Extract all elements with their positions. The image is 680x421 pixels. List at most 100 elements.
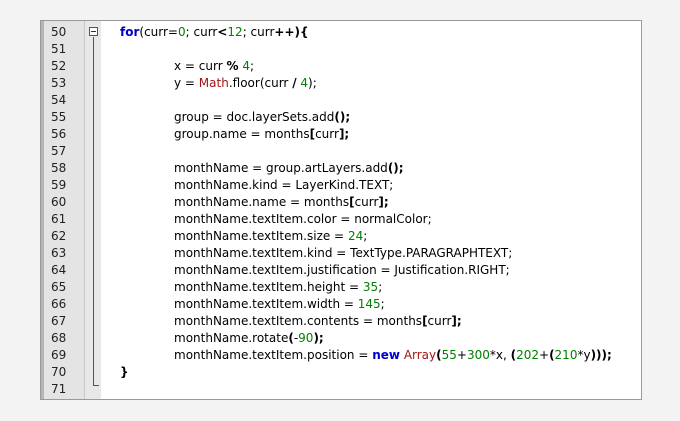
code-token: .floor(curr (228, 76, 293, 90)
code-token: 55 (441, 348, 457, 362)
code-token: monthName = group.artLayers.add (174, 161, 388, 175)
code-token: ; curr (242, 25, 275, 39)
line-number: 67 (51, 314, 67, 328)
code-token: 4 (242, 59, 250, 73)
code-token: monthName.textItem.position = (174, 348, 373, 362)
code-line[interactable]: 66 monthName.textItem.width = 145; (41, 296, 641, 313)
code-line[interactable]: 71 (41, 381, 641, 398)
code-token: group.name = months (174, 127, 310, 141)
code-text: y = Math.floor(curr / 4); (174, 75, 317, 92)
code-token: monthName.kind = LayerKind.TEXT; (174, 178, 394, 192)
code-token: ; (363, 229, 368, 243)
code-token: 12 (227, 25, 243, 39)
code-token: curr (354, 195, 379, 209)
line-number: 54 (51, 93, 67, 107)
code-line[interactable]: 65 monthName.textItem.height = 35; (41, 279, 641, 296)
code-line[interactable]: 58 monthName = group.artLayers.add(); (41, 160, 641, 177)
line-number: 66 (51, 297, 67, 311)
line-number: 62 (51, 229, 67, 243)
code-text: monthName.textItem.width = 145; (174, 296, 385, 313)
code-token: ){ (294, 25, 309, 39)
code-text: group = doc.layerSets.add(); (174, 109, 350, 126)
code-token: group = doc.layerSets.add (174, 110, 335, 124)
line-number: 65 (51, 280, 67, 294)
code-line[interactable]: 69 monthName.textItem.position = new Arra… (41, 347, 641, 364)
code-text: monthName.kind = LayerKind.TEXT; (174, 177, 393, 194)
code-text: group.name = months[curr]; (174, 126, 349, 143)
code-line[interactable]: 50 for(curr=0; curr<12; curr++){ (41, 24, 641, 41)
code-editor[interactable]: 50 for(curr=0; curr<12; curr++){51 52 x = c… (40, 20, 642, 400)
code-token: < (217, 25, 228, 39)
code-line[interactable]: 64 monthName.textItem.justification = Jus… (41, 262, 641, 279)
code-text: for(curr=0; curr<12; curr++){ (120, 24, 309, 41)
line-number: 70 (51, 365, 67, 379)
code-token: new (372, 348, 400, 362)
code-text: monthName.textItem.position = new Array(… (174, 347, 612, 364)
line-number: 57 (51, 144, 67, 158)
code-line[interactable]: 63 monthName.textItem.kind = TextType.PAR… (41, 245, 641, 262)
line-number: 69 (51, 348, 67, 362)
code-token: + (539, 348, 550, 362)
code-token: 90 (298, 331, 314, 345)
line-number: 56 (51, 127, 67, 141)
code-token: *y (577, 348, 591, 362)
code-text: monthName.rotate(-90); (174, 330, 324, 347)
code-line[interactable]: 57 (41, 143, 641, 160)
code-token: y = (174, 76, 199, 90)
code-token: *x, (489, 348, 511, 362)
code-token: ; (380, 297, 385, 311)
code-line[interactable]: 62 monthName.textItem.size = 24; (41, 228, 641, 245)
code-text: monthName.textItem.contents = months[cur… (174, 313, 462, 330)
line-number: 53 (51, 76, 67, 90)
code-text: monthName.textItem.justification = Justi… (174, 262, 510, 279)
code-line[interactable]: 51 (41, 41, 641, 58)
code-token: (curr= (139, 25, 178, 39)
code-token: % (226, 59, 239, 73)
line-number: 61 (51, 212, 67, 226)
code-line[interactable]: 56 group.name = months[curr]; (41, 126, 641, 143)
code-token: monthName.textItem.size = (174, 229, 348, 243)
code-token: monthName.textItem.height = (174, 280, 363, 294)
code-token: monthName.rotate (174, 331, 289, 345)
code-token: monthName.textItem.color = normalColor; (174, 212, 432, 226)
code-token: monthName.textItem.width = (174, 297, 358, 311)
code-token: ))); (590, 348, 612, 362)
code-token: curr (427, 314, 452, 328)
code-text: monthName.textItem.color = normalColor; (174, 211, 432, 228)
code-token: ; curr (185, 25, 218, 39)
code-line[interactable]: 52 x = curr % 4; (41, 58, 641, 75)
code-token: ]; (378, 195, 389, 209)
code-line[interactable]: 55 group = doc.layerSets.add(); (41, 109, 641, 126)
code-text: x = curr % 4; (174, 58, 254, 75)
code-line[interactable]: 60 monthName.name = months[curr]; (41, 194, 641, 211)
code-line[interactable]: 53 y = Math.floor(curr / 4); (41, 75, 641, 92)
code-token: 0 (178, 25, 186, 39)
code-line[interactable]: 54 (41, 92, 641, 109)
code-line[interactable]: 70} (41, 364, 641, 381)
code-token: ]; (338, 127, 350, 141)
code-token: + (456, 348, 467, 362)
code-text: } (120, 364, 129, 381)
code-token: ]; (451, 314, 462, 328)
code-token: 35 (362, 280, 379, 294)
code-token: Array (403, 348, 437, 362)
code-line[interactable]: 67 monthName.textItem.contents = months[c… (41, 313, 641, 330)
line-number: 60 (51, 195, 67, 209)
code-line[interactable]: 68 monthName.rotate(-90); (41, 330, 641, 347)
code-text: monthName.textItem.size = 24; (174, 228, 367, 245)
code-token: ); (308, 76, 317, 90)
line-number: 55 (51, 110, 67, 124)
code-line[interactable]: 59 monthName.kind = LayerKind.TEXT; (41, 177, 641, 194)
code-text: monthName.textItem.kind = TextType.PARAG… (174, 245, 512, 262)
code-token: monthName.name = months (174, 195, 350, 209)
code-token: 300 (466, 348, 490, 362)
code-token: 145 (357, 297, 381, 311)
code-token: x = curr (174, 59, 227, 73)
code-text: monthName.name = months[curr]; (174, 194, 389, 211)
code-lines[interactable]: 50 for(curr=0; curr<12; curr++){51 52 x = c… (41, 24, 641, 398)
line-number: 64 (51, 263, 67, 277)
line-number: 59 (51, 178, 67, 192)
line-number: 71 (51, 382, 67, 396)
code-token: ; (378, 280, 383, 294)
code-line[interactable]: 61 monthName.textItem.color = normalColor… (41, 211, 641, 228)
